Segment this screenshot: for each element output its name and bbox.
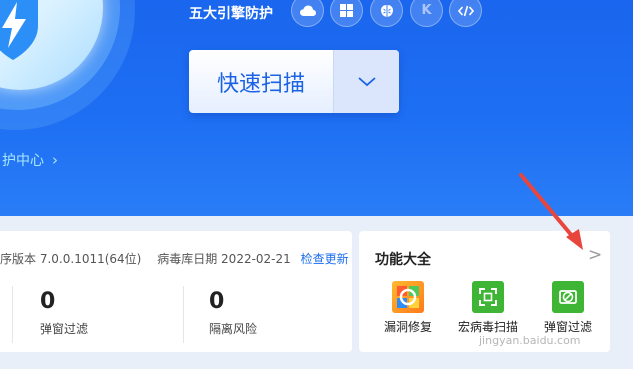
version-line: 序版本 7.0.0.1011(64位) 病毒库日期 2022-02-21 检查更… (0, 250, 349, 267)
scan-button-group: 快速扫描 (189, 50, 399, 113)
check-update-link[interactable]: 检查更新 (301, 252, 349, 266)
macro-virus-scan-tool[interactable]: 宏病毒扫描 (455, 281, 521, 335)
code-icon[interactable] (449, 0, 482, 27)
quarantine-label[interactable]: 隔离风险 (209, 320, 257, 337)
version-label: 序版本 (0, 252, 37, 266)
protection-center-label: 护中心 (2, 153, 44, 169)
quick-scan-button[interactable]: 快速扫描 (189, 50, 333, 113)
chevron-right-icon: › (52, 151, 58, 169)
version-value: 7.0.0.1011(64位) (39, 252, 142, 266)
db-date-label: 病毒库日期 (157, 252, 218, 266)
macro-scan-icon (472, 281, 504, 313)
windows-icon[interactable] (330, 0, 363, 27)
popup-filter-tool[interactable]: 弹窗过滤 (535, 281, 601, 335)
shield-lightning-icon (0, 0, 38, 60)
scan-options-dropdown[interactable] (333, 50, 399, 113)
version-info-card: 序版本 7.0.0.1011(64位) 病毒库日期 2022-02-21 检查更… (0, 231, 352, 352)
vulnerability-repair-tool[interactable]: 漏洞修复 (375, 281, 441, 335)
macro-virus-scan-label: 宏病毒扫描 (457, 320, 518, 334)
popup-filter-tool-label: 弹窗过滤 (543, 320, 592, 334)
protection-hero: 护中心 › 五大引擎防护 K 快速扫描 (0, 0, 633, 216)
popup-block-icon (552, 281, 584, 313)
popup-filter-label[interactable]: 弹窗过滤 (40, 320, 88, 337)
divider (12, 286, 13, 343)
divider (183, 286, 184, 343)
chevron-down-icon (357, 76, 376, 86)
popup-filter-count: 0 (40, 289, 56, 314)
more-functions-chevron-icon[interactable]: > (588, 245, 602, 265)
vulnerability-repair-label: 漏洞修复 (383, 320, 432, 334)
db-date-value: 2022-02-21 (221, 252, 291, 266)
vulnerability-repair-icon (392, 281, 424, 313)
brain-icon[interactable] (370, 0, 403, 27)
quarantine-count: 0 (209, 289, 225, 314)
protection-center-link[interactable]: 护中心 › (2, 150, 58, 170)
function-center-title: 功能大全 (375, 252, 431, 268)
engine-title: 五大引擎防护 (189, 6, 273, 22)
kernel-k-icon[interactable]: K (410, 0, 443, 27)
cloud-icon[interactable] (291, 0, 324, 27)
watermark: jingyan.baidu.com (479, 334, 581, 347)
